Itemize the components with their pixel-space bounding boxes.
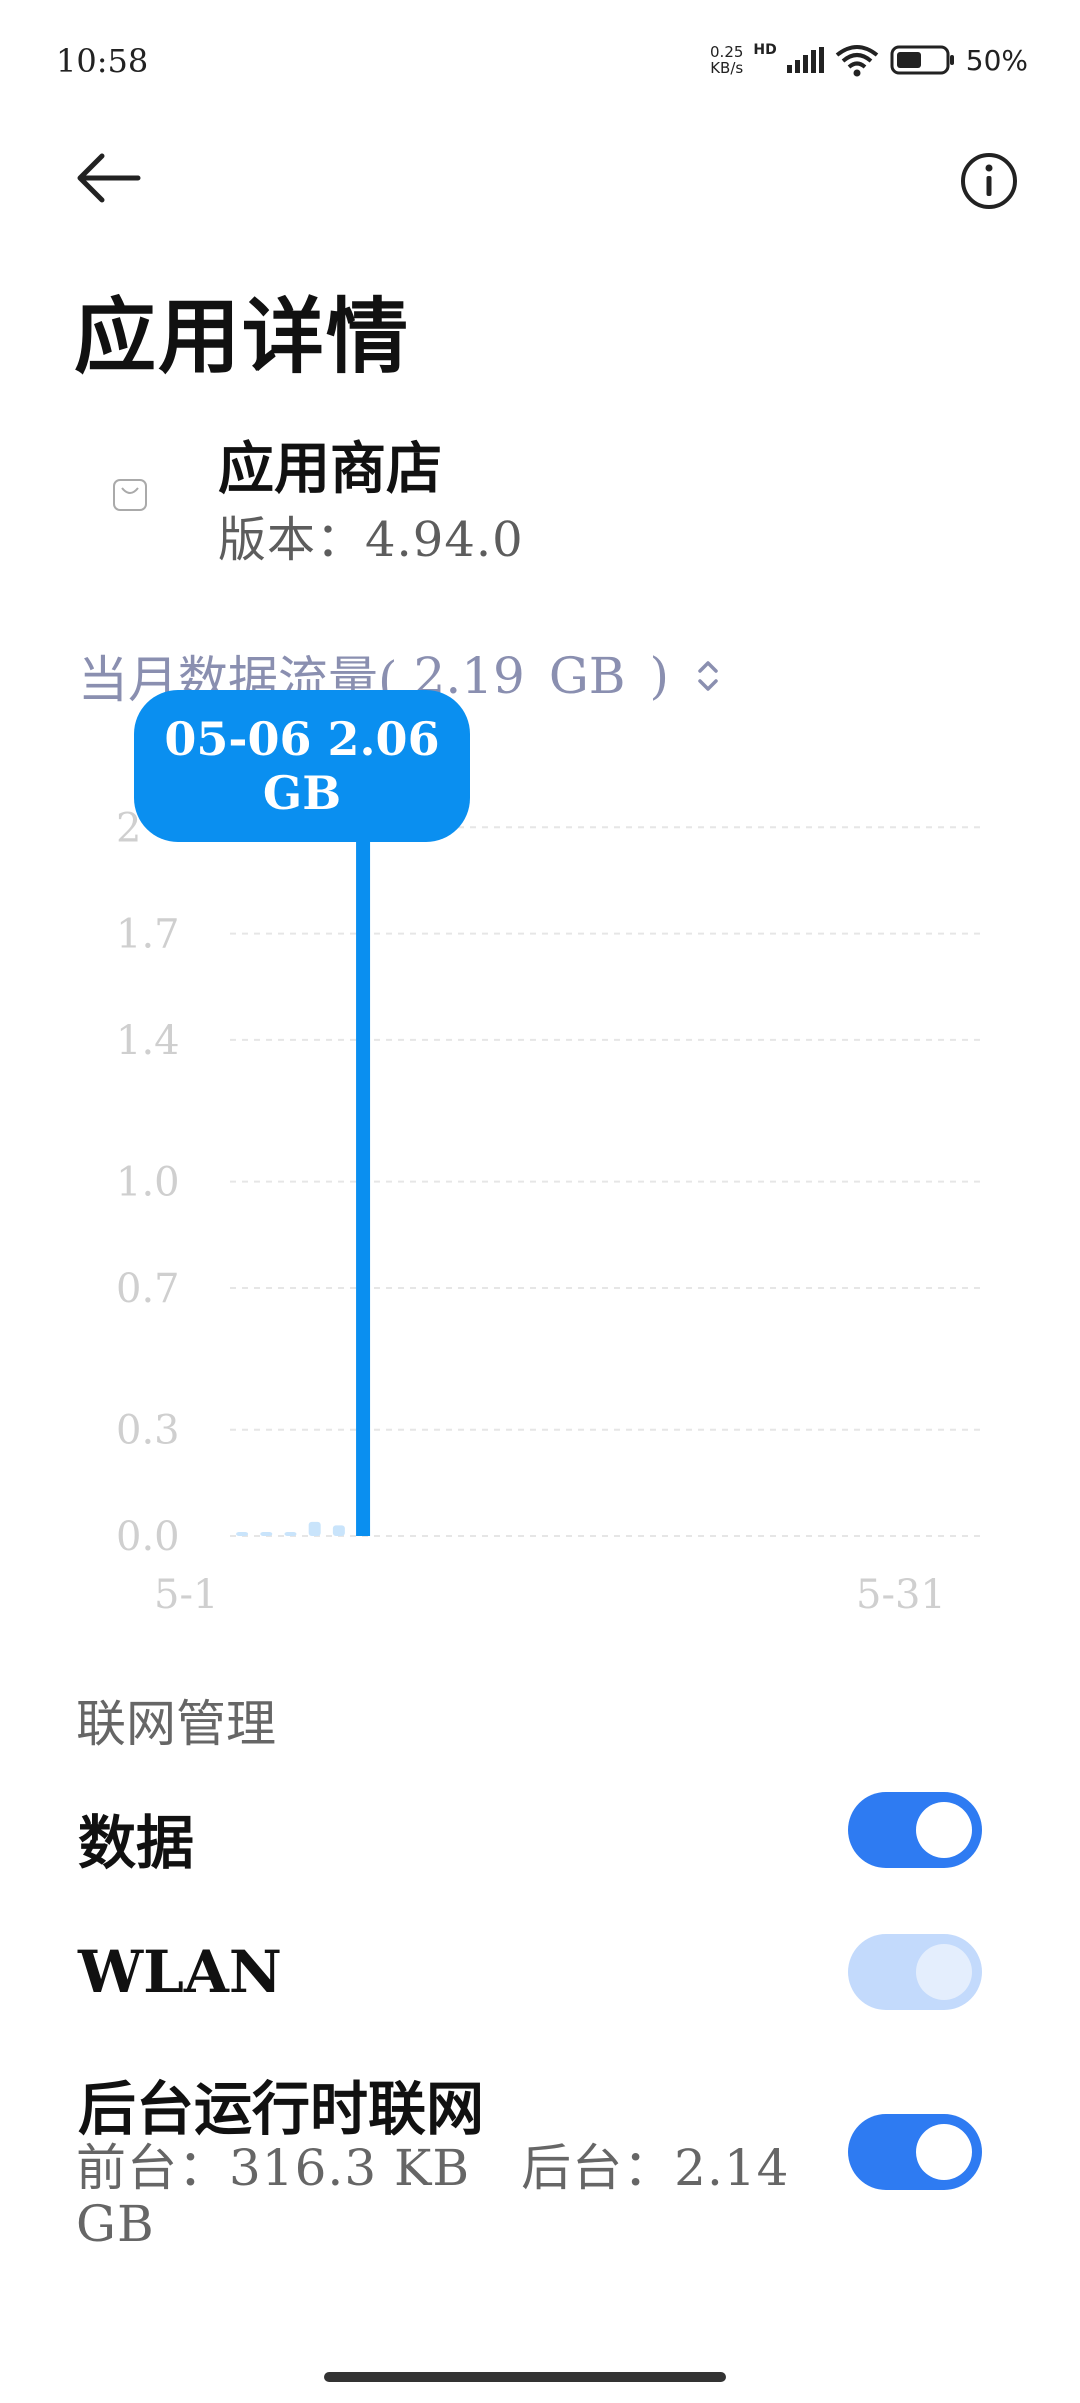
wlan-label: WLAN [78, 1938, 282, 2006]
chart-bar [236, 1532, 249, 1536]
info-circle-icon [961, 153, 1017, 209]
net-speed: 0.25 KB/s [710, 44, 743, 76]
background-network-label: 后台运行时联网 [78, 2075, 485, 2143]
x-tick-label: 5-31 [856, 1572, 946, 1618]
data-toggle[interactable] [848, 1792, 982, 1868]
status-icons: 0.25 KB/s HD 50% [710, 40, 1028, 80]
page-title: 应用详情 [74, 289, 411, 385]
net-speed-value: 0.25 [710, 43, 744, 61]
chart-bar [308, 1521, 321, 1536]
battery-percent: 50% [965, 43, 1028, 77]
tooltip-date-value: 05-06 2.06 [164, 712, 440, 766]
net-speed-unit: KB/s [710, 59, 744, 77]
app-icon [110, 474, 150, 514]
x-tick-label: 5-1 [154, 1572, 218, 1618]
chart-tooltip: 05-06 2.06 GB [134, 690, 470, 842]
arrow-left-icon [77, 153, 141, 203]
tooltip-unit: GB [262, 766, 342, 820]
y-tick-label: 0.3 [116, 1408, 180, 1454]
chart-bar [284, 1532, 297, 1536]
y-tick-label: 1.0 [116, 1160, 180, 1206]
shopping-bag-icon [113, 479, 147, 511]
app-version: 版本：4.94.0 [218, 512, 524, 568]
chart-bar [356, 840, 371, 1536]
toggle-knob [916, 1802, 972, 1858]
data-label: 数据 [78, 1809, 195, 1877]
wifi-icon [835, 45, 879, 77]
network-type: HD [753, 42, 777, 58]
home-indicator[interactable] [324, 2372, 726, 2382]
info-button[interactable] [958, 150, 1020, 212]
status-time: 10:58 [56, 42, 149, 80]
toggle-knob [916, 2124, 972, 2180]
network-section-title: 联网管理 [76, 1695, 276, 1753]
app-name: 应用商店 [218, 436, 442, 502]
battery-icon [890, 45, 954, 75]
y-tick-label: 0.7 [116, 1266, 180, 1312]
cell-signal-icon [786, 47, 824, 73]
background-network-toggle[interactable] [848, 2114, 982, 2190]
y-tick-label: 1.7 [116, 912, 180, 958]
chart-bar [260, 1532, 273, 1536]
y-tick-label: 1.4 [116, 1018, 180, 1064]
toggle-knob [916, 1944, 972, 2000]
back-button[interactable] [74, 150, 144, 210]
wlan-toggle[interactable] [848, 1934, 982, 2010]
y-tick-label: 0.0 [116, 1514, 180, 1560]
chart-bar [332, 1525, 345, 1536]
background-usage-detail: 前台：316.3 KB 后台：2.14 GB [76, 2139, 790, 2253]
